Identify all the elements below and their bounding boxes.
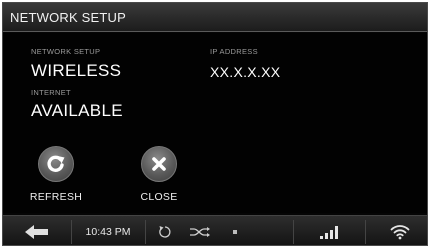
window-title: NETWORK SETUP <box>10 10 126 25</box>
network-setup-label: NETWORK SETUP <box>31 47 101 56</box>
taskbar-divider <box>293 220 294 244</box>
wifi-indicator[interactable] <box>375 216 425 245</box>
stop-icon <box>233 230 237 234</box>
refresh-button[interactable]: REFRESH <box>21 146 91 203</box>
shuffle-icon <box>190 227 210 237</box>
close-icon <box>141 146 177 182</box>
wifi-icon <box>390 225 410 240</box>
back-button[interactable] <box>9 216 65 245</box>
refresh-icon <box>38 146 74 182</box>
ip-address-value: XX.X.X.XX <box>210 64 281 80</box>
back-arrow-icon <box>25 225 48 239</box>
close-button[interactable]: CLOSE <box>124 146 194 203</box>
clock: 10:43 PM <box>85 226 131 238</box>
internet-label: INTERNET <box>31 88 71 97</box>
internet-status-value: AVAILABLE <box>31 101 123 120</box>
stop-button[interactable] <box>225 216 245 245</box>
network-info-panel: NETWORK SETUP WIRELESS INTERNET AVAILABL… <box>3 33 427 213</box>
taskbar: 10:43 PM <box>3 215 427 245</box>
taskbar-divider <box>145 220 146 244</box>
refresh-label: REFRESH <box>29 191 83 203</box>
network-setup-window: NETWORK SETUP NETWORK SETUP WIRELESS INT… <box>2 2 428 246</box>
signal-indicator <box>303 216 359 245</box>
taskbar-divider <box>365 220 366 244</box>
close-label: CLOSE <box>140 191 178 203</box>
taskbar-divider <box>71 220 72 244</box>
network-setup-value: WIRELESS <box>31 61 122 80</box>
rotate-button[interactable] <box>151 216 179 245</box>
shuffle-button[interactable] <box>183 216 217 245</box>
title-bar: NETWORK SETUP <box>3 3 427 32</box>
signal-strength-icon <box>320 226 338 239</box>
rotate-icon <box>159 226 171 238</box>
ip-address-label: IP ADDRESS <box>210 47 258 56</box>
